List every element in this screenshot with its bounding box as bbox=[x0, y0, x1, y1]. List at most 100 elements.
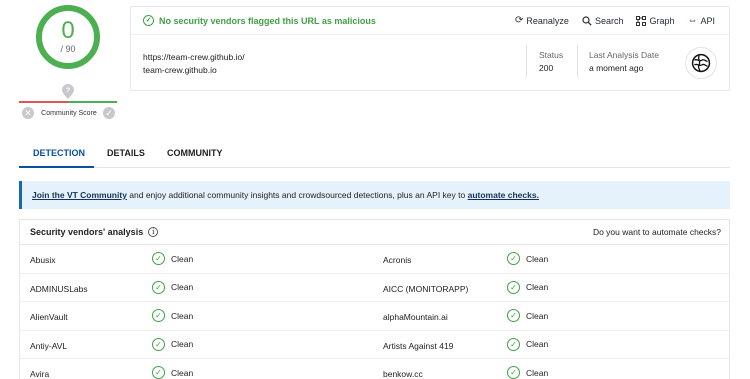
api-button[interactable]: ⇔ API bbox=[687, 15, 715, 26]
verdict-text: No security vendors flagged this URL as … bbox=[159, 15, 376, 26]
check-circle-icon: ✓ bbox=[152, 366, 165, 379]
last-analysis-label: Last Analysis Date bbox=[589, 50, 659, 60]
summary-divider bbox=[526, 45, 527, 77]
reanalyze-label: Reanalyze bbox=[526, 15, 569, 26]
vendor-result-label: Clean bbox=[526, 367, 549, 378]
community-score-bar bbox=[19, 101, 117, 103]
vendors-table: Security vendors' analysis i Do you want… bbox=[19, 219, 730, 379]
vendor-result: ✓ Clean bbox=[152, 366, 193, 379]
svg-text:?: ? bbox=[66, 88, 70, 95]
graph-label: Graph bbox=[649, 15, 675, 26]
check-circle-icon: ✓ bbox=[507, 309, 520, 322]
vendor-name: AICC (MONITORAPP) bbox=[383, 283, 469, 294]
automate-checks-question-link[interactable]: Do you want to automate checks? bbox=[593, 227, 721, 237]
vendor-result-label: Clean bbox=[526, 282, 549, 292]
vendor-result-label: Clean bbox=[171, 310, 194, 321]
vendor-name: ADMINUSLabs bbox=[30, 283, 88, 294]
reanalyze-button[interactable]: ⟳ Reanalyze bbox=[515, 15, 569, 26]
tab-details[interactable]: DETAILS bbox=[107, 148, 145, 158]
table-row: ADMINUSLabs ✓ Clean AICC (MONITORAPP) ✓ Clean bbox=[20, 274, 729, 302]
search-icon bbox=[582, 15, 592, 26]
automate-checks-link[interactable]: automate checks. bbox=[468, 190, 539, 200]
check-circle-icon: ✓ bbox=[152, 280, 165, 294]
vendor-name: Avira bbox=[30, 369, 50, 379]
vendor-result: ✓ Clean bbox=[507, 337, 549, 351]
vendor-name: benkow.cc bbox=[383, 369, 423, 379]
result-tabs: DETECTION DETAILS COMMUNITY bbox=[19, 139, 730, 168]
table-row: Antiy-AVL ✓ Clean Artists Against 419 ✓ Clean bbox=[20, 331, 729, 359]
table-row: Avira ✓ Clean benkow.cc ✓ Clean bbox=[20, 359, 729, 379]
vendor-result: ✓ Clean bbox=[507, 309, 548, 322]
status-label: Status bbox=[539, 50, 564, 60]
vendor-result: ✓ Clean bbox=[507, 252, 548, 265]
vendor-name: Acronis bbox=[383, 255, 412, 265]
vendor-name: AlienVault bbox=[30, 312, 68, 322]
scanned-host[interactable]: team-crew.github.io bbox=[143, 64, 245, 77]
vendor-result-label: Clean bbox=[171, 367, 194, 378]
vendor-name: Antiy-AVL bbox=[30, 340, 68, 351]
tab-community[interactable]: COMMUNITY bbox=[167, 148, 223, 158]
check-circle-icon: ✓ bbox=[143, 15, 154, 26]
summary-header: ✓ No security vendors flagged this URL a… bbox=[131, 7, 729, 35]
check-circle-icon: ✓ bbox=[507, 337, 520, 351]
graph-icon bbox=[636, 15, 647, 26]
vendor-name: alphaMountain.ai bbox=[383, 312, 448, 322]
vendor-result-label: Clean bbox=[526, 253, 549, 264]
vendor-result-label: Clean bbox=[171, 253, 194, 264]
vendor-result: ✓ Clean bbox=[152, 252, 193, 265]
vendors-title: Security vendors' analysis i bbox=[30, 227, 159, 237]
api-label: API bbox=[700, 15, 715, 26]
site-favicon bbox=[685, 47, 717, 79]
table-row: AlienVault ✓ Clean alphaMountain.ai ✓ Clean bbox=[20, 302, 729, 331]
vendor-result: ✓ Clean bbox=[152, 337, 194, 351]
detection-score-widget: 0 / 90 ? ✕ Community Score ✓ bbox=[19, 4, 117, 120]
summary-divider bbox=[577, 45, 578, 77]
table-row: Abusix ✓ Clean Acronis ✓ Clean bbox=[20, 245, 729, 274]
check-circle-icon: ✓ bbox=[152, 337, 165, 351]
community-score-label: Community Score bbox=[41, 110, 97, 117]
vendor-result: ✓ Clean bbox=[152, 280, 194, 294]
detection-count: 0 bbox=[61, 17, 75, 44]
vendor-result-label: Clean bbox=[171, 339, 194, 349]
vendor-result: ✓ Clean bbox=[507, 280, 549, 294]
detection-total: / 90 bbox=[60, 44, 76, 54]
search-label: Search bbox=[594, 15, 624, 26]
community-banner: Join the VT Community and enjoy addition… bbox=[19, 181, 730, 209]
vendors-rows: Abusix ✓ Clean Acronis ✓ Clean ADMINUSLabs ✓ Cle… bbox=[20, 245, 729, 379]
join-community-link[interactable]: Join the VT Community bbox=[32, 190, 127, 200]
reanalyze-icon: ⟳ bbox=[515, 15, 524, 26]
vote-harmless-button[interactable]: ✓ bbox=[103, 107, 115, 119]
community-score-pin-icon: ? bbox=[62, 84, 74, 99]
vote-harmful-button[interactable]: ✕ bbox=[22, 107, 34, 119]
graph-button[interactable]: Graph bbox=[636, 15, 674, 26]
vendor-result: ✓ Clean bbox=[152, 309, 193, 322]
community-score-bar-negative bbox=[19, 101, 68, 103]
analysis-summary-card: ✓ No security vendors flagged this URL a… bbox=[130, 6, 730, 91]
vendors-table-header: Security vendors' analysis i Do you want… bbox=[20, 220, 729, 245]
scanned-url[interactable]: https://team-crew.github.io/ bbox=[143, 51, 245, 64]
status-block: Status 200 bbox=[539, 49, 563, 75]
vendor-result-label: Clean bbox=[171, 282, 194, 292]
active-tab-indicator bbox=[19, 166, 94, 168]
last-analysis-value: a moment ago bbox=[589, 63, 644, 73]
check-circle-icon: ✓ bbox=[152, 309, 165, 322]
banner-text: and enjoy additional community insights … bbox=[126, 190, 468, 200]
tab-detection[interactable]: DETECTION bbox=[33, 148, 85, 158]
vendor-result: ✓ Clean bbox=[507, 366, 548, 379]
check-circle-icon: ✓ bbox=[507, 252, 520, 265]
last-analysis-block: Last Analysis Date a moment ago bbox=[589, 49, 659, 75]
vendors-title-text: Security vendors' analysis bbox=[30, 227, 144, 237]
vendor-result-label: Clean bbox=[526, 310, 549, 321]
status-value: 200 bbox=[539, 63, 554, 73]
check-circle-icon: ✓ bbox=[152, 252, 165, 265]
search-button[interactable]: Search bbox=[582, 15, 624, 26]
vendor-name: Artists Against 419 bbox=[383, 340, 454, 351]
url-info: https://team-crew.github.io/ team-crew.g… bbox=[143, 51, 245, 77]
api-icon: ⇔ bbox=[687, 15, 698, 26]
check-circle-icon: ✓ bbox=[507, 280, 520, 294]
vendor-result-label: Clean bbox=[526, 339, 549, 349]
check-circle-icon: ✓ bbox=[507, 366, 520, 379]
info-icon[interactable]: i bbox=[148, 227, 159, 237]
verdict-banner: ✓ No security vendors flagged this URL a… bbox=[143, 15, 376, 26]
vendor-name: Abusix bbox=[30, 255, 56, 265]
